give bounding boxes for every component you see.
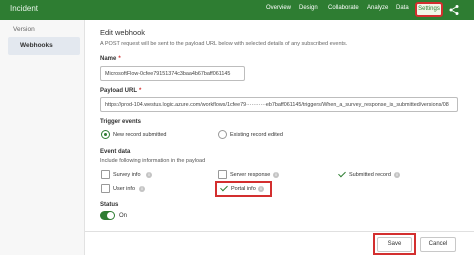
sidebar-item-version[interactable]: Version (13, 26, 35, 33)
submitted-record-info-icon[interactable]: i (394, 172, 400, 178)
sidebar: Version Webhooks (0, 20, 85, 255)
server-response-checkbox[interactable] (218, 170, 227, 179)
trigger-existing-radio[interactable] (218, 130, 227, 139)
tab-collaborate[interactable]: Collaborate (328, 5, 359, 11)
server-response-info-icon[interactable]: i (273, 172, 279, 178)
payload-url-field[interactable]: https://prod-104.westus.logic.azure.com/… (100, 97, 458, 112)
event-data-label: Event data (100, 149, 131, 155)
tab-data[interactable]: Data (396, 5, 409, 11)
status-toggle[interactable] (100, 211, 115, 220)
server-response-label: Server response (230, 172, 271, 178)
footer-divider (85, 231, 474, 232)
portal-info-label: Portal info (231, 186, 256, 192)
status-label: Status (100, 202, 119, 208)
trigger-events-label: Trigger events (100, 119, 142, 125)
share-icon[interactable] (448, 4, 460, 16)
survey-info-checkbox[interactable] (101, 170, 110, 179)
trigger-new-label: New record submitted (113, 132, 167, 138)
user-info-checkbox[interactable] (101, 184, 110, 193)
submitted-record-checkbox[interactable] (337, 170, 346, 179)
name-field[interactable]: MicrosoftFlow-0cfee79151374c3baa4b67baff… (100, 66, 245, 81)
tab-settings[interactable]: Settings (415, 2, 443, 17)
tab-analyze[interactable]: Analyze (367, 5, 388, 11)
status-value: On (119, 213, 128, 219)
user-info-info-icon[interactable]: i (139, 186, 145, 192)
portal-info-checkbox[interactable] (219, 184, 228, 193)
survey-info-label: Survey info (113, 172, 141, 178)
app-title: Incident (10, 4, 39, 13)
payload-url-label: Payload URL * (100, 88, 142, 94)
save-button[interactable]: Save (377, 237, 412, 252)
tab-overview[interactable]: Overview (266, 5, 291, 11)
event-data-description: Include following information in the pay… (100, 158, 206, 164)
submitted-record-label: Submitted record (349, 172, 391, 178)
page-title: Edit webhook (100, 28, 146, 37)
trigger-new-radio[interactable] (101, 130, 110, 139)
top-bar: Incident Overview Design Collaborate Ana… (0, 0, 474, 20)
user-info-label: User info (113, 186, 136, 192)
cancel-button[interactable]: Cancel (420, 237, 456, 252)
sidebar-item-webhooks[interactable]: Webhooks (8, 37, 80, 55)
form-description: A POST request will be sent to the paylo… (100, 41, 348, 47)
portal-info-info-icon[interactable]: i (258, 186, 264, 192)
name-label: Name * (100, 56, 121, 62)
tab-design[interactable]: Design (299, 5, 318, 11)
survey-info-info-icon[interactable]: i (146, 172, 152, 178)
trigger-existing-label: Existing record edited (230, 132, 283, 138)
